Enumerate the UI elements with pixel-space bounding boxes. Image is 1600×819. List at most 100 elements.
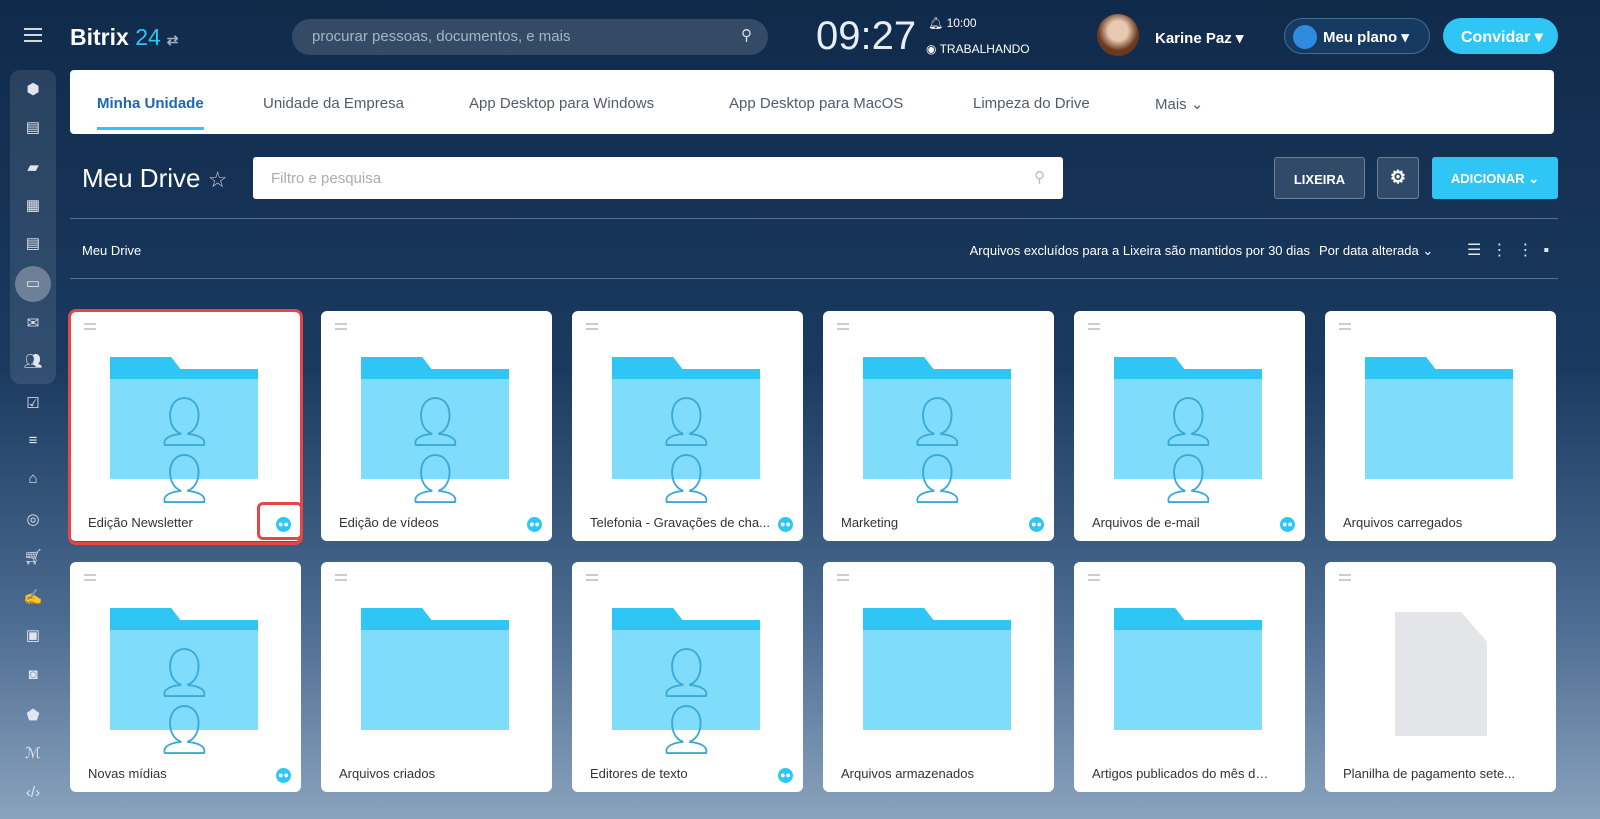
contact-icon[interactable]: ▣ (23, 626, 43, 644)
robot-icon[interactable]: ◙ (23, 666, 43, 684)
cart-icon[interactable]: 🛒︎ (23, 548, 43, 566)
top-header: Bitrix 24 ⇄ procurar pessoas, documentos,… (0, 0, 1600, 70)
item-name[interactable]: Artigos publicados do mês de m... (1092, 766, 1272, 781)
folder-icon (1114, 608, 1262, 730)
file-icon (1395, 612, 1487, 736)
gear-icon: ⚙ (1389, 167, 1407, 187)
shared-icon[interactable]: ●● (276, 768, 291, 783)
logo[interactable]: Bitrix 24 ⇄ (70, 24, 179, 51)
grid-view-icon[interactable]: ⋮⋮ (1491, 242, 1543, 259)
market-icon[interactable]: ℳ (23, 744, 43, 762)
tab-minha-unidade[interactable]: Minha Unidade (97, 95, 204, 130)
item-name[interactable]: Arquivos carregados (1343, 515, 1523, 530)
feed-icon[interactable]: ⬢ (23, 80, 43, 98)
item-name[interactable]: Arquivos de e-mail (1092, 515, 1272, 530)
tab-desktop-windows[interactable]: App Desktop para Windows (469, 95, 654, 112)
folder-card[interactable]: 👤︎👤︎ Edição de vídeos ●● (321, 311, 552, 541)
item-name[interactable]: Arquivos criados (339, 766, 519, 781)
drag-handle-icon[interactable] (84, 574, 96, 581)
shared-icon[interactable]: ●● (1029, 517, 1044, 532)
search-icon[interactable]: ⚲ (741, 26, 752, 44)
drag-handle-icon[interactable] (1088, 574, 1100, 581)
shared-icon[interactable]: ●● (778, 768, 793, 783)
shared-icon[interactable]: ●● (1280, 517, 1295, 532)
folder-icon: 👤︎👤︎ (361, 357, 509, 506)
folder-card[interactable]: Arquivos criados (321, 562, 552, 792)
settings-button[interactable]: ⚙ (1377, 157, 1419, 199)
sign-icon[interactable]: ✍ (23, 588, 43, 606)
menu-icon[interactable] (24, 28, 42, 42)
company-icon[interactable]: ⌂ (23, 470, 43, 488)
item-name[interactable]: Novas mídias (88, 766, 268, 781)
item-name[interactable]: Telefonia - Gravações de cha... (590, 515, 770, 530)
item-name[interactable]: Edição de vídeos (339, 515, 519, 530)
tasks-icon[interactable]: ☑ (23, 394, 43, 412)
drag-handle-icon[interactable] (837, 323, 849, 330)
folder-card[interactable]: 👤︎👤︎ Editores de texto ●● (572, 562, 803, 792)
breadcrumb[interactable]: Meu Drive (82, 243, 141, 258)
settings-toggle-icon[interactable]: ⇄ (167, 32, 179, 48)
folder-card[interactable]: Arquivos carregados (1325, 311, 1556, 541)
mail-icon[interactable]: ✉ (23, 314, 43, 332)
folder-icon (361, 608, 509, 730)
file-card[interactable]: Planilha de pagamento sete... (1325, 562, 1556, 792)
folder-card[interactable]: 👤︎👤︎ Telefonia - Gravações de cha... ●● (572, 311, 803, 541)
drag-handle-icon[interactable] (1088, 323, 1100, 330)
view-switcher[interactable]: ☰⋮⋮▪ (1467, 240, 1559, 260)
list-view-icon[interactable]: ☰ (1467, 242, 1491, 259)
clock[interactable]: 09:27 (816, 14, 916, 59)
drag-handle-icon[interactable] (335, 574, 347, 581)
box-icon[interactable]: ⬟ (23, 706, 43, 724)
folder-icon: 👤︎👤︎ (1114, 357, 1262, 506)
tab-more[interactable]: Mais ⌄ (1155, 95, 1203, 113)
invite-button[interactable]: Convidar ▾ (1443, 18, 1558, 54)
folder-icon: 👤︎👤︎ (612, 608, 760, 757)
people-icon: 👤︎👤︎ (907, 396, 968, 506)
drag-handle-icon[interactable] (335, 323, 347, 330)
avatar[interactable] (1097, 14, 1139, 56)
global-search-input[interactable]: procurar pessoas, documentos, e mais ⚲ (292, 19, 768, 55)
drive-icon[interactable]: ▭ (15, 266, 51, 302)
groups-icon[interactable]: 👥︎ (23, 352, 43, 370)
star-icon[interactable]: ☆ (208, 167, 228, 192)
tab-desktop-macos[interactable]: App Desktop para MacOS (729, 95, 903, 112)
developer-icon[interactable]: ‹/› (23, 784, 43, 802)
filter-input[interactable]: Filtro e pesquisa ⚲ (253, 157, 1063, 199)
item-name[interactable]: Editores de texto (590, 766, 770, 781)
document-icon[interactable]: ▤ (23, 234, 43, 252)
drag-handle-icon[interactable] (586, 574, 598, 581)
work-status[interactable]: ◉ TRABALHANDO (926, 42, 1030, 56)
plan-button[interactable]: Meu plano ▾ (1284, 18, 1430, 54)
folder-card[interactable]: 👤︎👤︎ Marketing ●● (823, 311, 1054, 541)
shared-icon[interactable]: ●● (527, 517, 542, 532)
folder-icon: 👤︎👤︎ (110, 608, 258, 757)
drag-handle-icon[interactable] (837, 574, 849, 581)
people-icon: 👤︎👤︎ (405, 396, 466, 506)
target-icon[interactable]: ◎ (23, 510, 43, 528)
folder-card[interactable]: 👤︎👤︎ Novas mídias ●● (70, 562, 301, 792)
item-name[interactable]: Marketing (841, 515, 1021, 530)
trash-button[interactable]: LIXEIRA (1274, 157, 1365, 199)
tab-unidade-empresa[interactable]: Unidade da Empresa (263, 95, 404, 112)
drag-handle-icon[interactable] (586, 323, 598, 330)
drag-handle-icon[interactable] (1339, 574, 1351, 581)
highlight-share-badge (257, 502, 303, 540)
item-name[interactable]: Planilha de pagamento sete... (1343, 766, 1523, 781)
calendar-icon[interactable]: ▦ (23, 196, 43, 214)
news-icon[interactable]: ▤ (23, 118, 43, 136)
tab-limpeza-drive[interactable]: Limpeza do Drive (973, 95, 1090, 112)
tile-view-icon[interactable]: ▪ (1543, 242, 1559, 259)
folder-card[interactable]: 👤︎👤︎ Arquivos de e-mail ●● (1074, 311, 1305, 541)
page-title: Meu Drive ☆ (82, 163, 228, 193)
people-icon: 👤︎👤︎ (656, 396, 717, 506)
sort-dropdown[interactable]: Por data alterada ⌄ (1319, 243, 1433, 259)
folder-card[interactable]: Arquivos armazenados (823, 562, 1054, 792)
shared-icon[interactable]: ●● (778, 517, 793, 532)
chat-icon[interactable]: ▰ (23, 158, 43, 176)
user-menu[interactable]: Karine Paz ▾ (1155, 29, 1243, 47)
filter-icon[interactable]: ≡ (23, 432, 43, 450)
folder-card[interactable]: Artigos publicados do mês de m... (1074, 562, 1305, 792)
drag-handle-icon[interactable] (1339, 323, 1351, 330)
add-button[interactable]: ADICIONAR ⌄ (1432, 157, 1558, 199)
item-name[interactable]: Arquivos armazenados (841, 766, 1021, 781)
